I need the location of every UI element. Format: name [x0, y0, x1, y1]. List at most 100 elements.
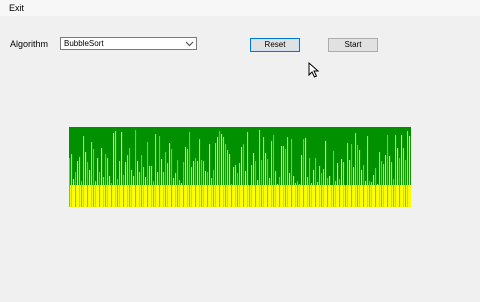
sort-bar	[119, 161, 121, 207]
sort-bar	[407, 131, 409, 207]
sort-bar	[101, 148, 103, 207]
sort-bar	[341, 159, 343, 207]
sort-bar	[173, 178, 175, 207]
sort-bar	[229, 154, 231, 207]
sort-bar	[351, 144, 353, 207]
menu-bar: Exit	[0, 0, 480, 16]
sort-bar	[171, 149, 173, 207]
sort-bar	[259, 130, 261, 207]
sort-bar	[297, 181, 299, 207]
mouse-cursor-icon	[308, 61, 320, 78]
sort-bar	[187, 149, 189, 207]
sort-bar	[371, 182, 373, 207]
sort-bar	[303, 139, 305, 207]
sort-bar	[247, 132, 249, 207]
sort-bar	[267, 159, 269, 207]
sort-bar	[323, 169, 325, 207]
sort-bar	[265, 153, 267, 207]
sort-bar	[185, 147, 187, 207]
sort-bar	[183, 162, 185, 207]
chevron-down-icon[interactable]	[184, 39, 195, 49]
sort-bar	[309, 158, 311, 207]
sort-bar	[367, 136, 369, 207]
sort-bar	[167, 163, 169, 207]
sort-bar	[111, 183, 113, 207]
sort-bar	[223, 137, 225, 207]
sort-bar	[279, 177, 281, 207]
sort-bar	[121, 132, 123, 207]
sort-bar	[373, 175, 375, 207]
reset-button[interactable]: Reset	[250, 38, 300, 52]
sort-bar	[117, 179, 119, 207]
sort-bar	[275, 171, 277, 207]
bars-canvas	[69, 127, 411, 207]
sort-bar	[307, 177, 309, 207]
sort-bar	[391, 162, 393, 207]
sort-bar	[179, 180, 181, 207]
sort-bar	[409, 136, 411, 207]
sort-bar	[299, 184, 301, 207]
sort-bar	[327, 178, 329, 207]
sort-bar	[159, 136, 161, 207]
sort-bar	[355, 133, 357, 207]
sort-bar	[287, 137, 289, 207]
sort-bar	[311, 183, 313, 207]
sort-bar	[73, 179, 75, 207]
sort-bar	[377, 184, 379, 207]
sort-bar	[385, 155, 387, 207]
sort-bar	[291, 139, 293, 207]
sort-bar	[277, 184, 279, 207]
sort-bar	[283, 146, 285, 207]
sort-bar	[123, 175, 125, 207]
sort-bar	[281, 146, 283, 207]
sort-bar	[147, 142, 149, 207]
sort-bar	[89, 170, 91, 207]
sort-bar	[315, 158, 317, 207]
sort-bar	[313, 170, 315, 207]
sort-bar	[113, 133, 115, 207]
sort-bar	[369, 181, 371, 207]
start-button[interactable]: Start	[328, 38, 378, 52]
algorithm-selected-value: BubbleSort	[64, 39, 104, 48]
algorithm-dropdown[interactable]: BubbleSort	[60, 37, 197, 50]
sort-bar	[181, 183, 183, 207]
sort-bar	[161, 159, 163, 207]
sort-bar	[211, 178, 213, 207]
sort-bar	[333, 151, 335, 207]
sort-bar	[405, 160, 407, 207]
sort-bar	[251, 165, 253, 207]
sort-bar	[253, 153, 255, 207]
sort-bar	[71, 154, 73, 207]
sort-bar	[143, 167, 145, 207]
algorithm-label: Algorithm	[10, 39, 49, 49]
sort-bar	[335, 181, 337, 207]
sort-bar	[347, 143, 349, 207]
sort-bar	[153, 181, 155, 207]
sort-bar	[195, 158, 197, 207]
sort-bar	[319, 166, 321, 207]
sort-bar	[165, 152, 167, 207]
sort-bar	[151, 166, 153, 207]
sort-bar	[365, 181, 367, 207]
sort-bar	[379, 152, 381, 207]
sort-bar	[239, 163, 241, 207]
sort-bar	[217, 137, 219, 207]
sort-bar	[81, 181, 83, 207]
sort-bar	[129, 148, 131, 207]
sort-bar	[197, 161, 199, 207]
sort-bar	[289, 173, 291, 207]
sort-bar	[163, 172, 165, 207]
sort-bar	[155, 134, 157, 207]
menu-exit[interactable]: Exit	[9, 3, 24, 13]
sort-bar	[97, 158, 99, 207]
sort-bar	[75, 172, 77, 207]
sort-bar	[157, 172, 159, 207]
sort-bar	[317, 182, 319, 207]
sort-bar	[125, 162, 127, 207]
sort-bar	[103, 177, 105, 207]
sort-bar	[213, 170, 215, 207]
sort-bar	[83, 136, 85, 207]
sort-bar	[177, 160, 179, 207]
sort-bar	[359, 150, 361, 207]
sort-bar	[131, 170, 133, 207]
